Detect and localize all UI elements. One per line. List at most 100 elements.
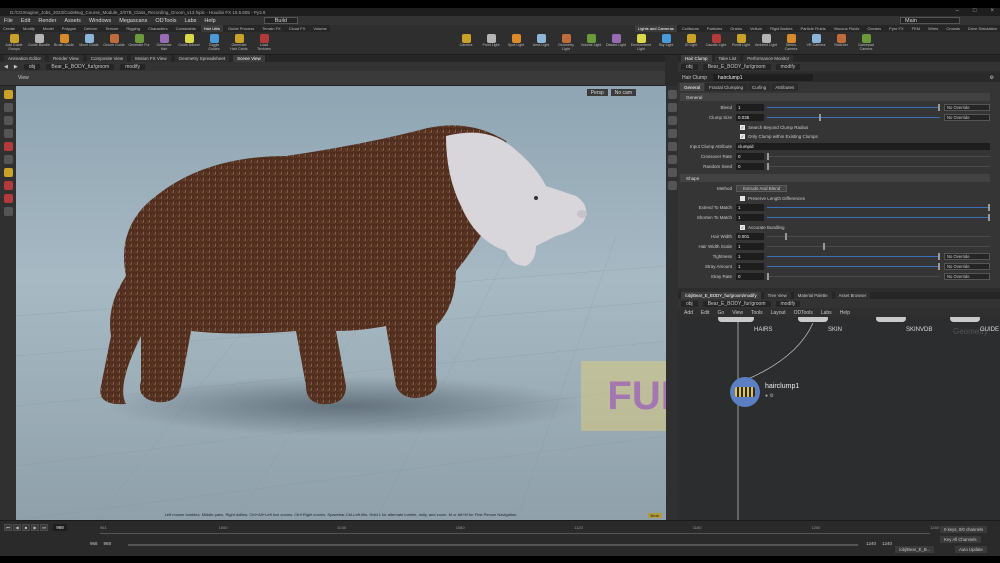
stray-amount-override[interactable]: No Override xyxy=(944,263,990,270)
menu-windows[interactable]: Windows xyxy=(89,18,111,24)
clump-size-slider[interactable] xyxy=(767,114,940,121)
only-clump-checkbox[interactable]: ✓ xyxy=(740,134,745,139)
tab-attributes[interactable]: Attributes xyxy=(771,83,799,91)
net-menu-add[interactable]: Add xyxy=(684,310,693,316)
net-menu-edit[interactable]: Edit xyxy=(701,310,710,316)
shelf-tab-texture[interactable]: Texture xyxy=(102,25,121,32)
shelf-tool-brush-guide[interactable]: Brush Guide xyxy=(53,34,75,52)
tab-motion-fx-view[interactable]: Motion FX View xyxy=(131,55,171,62)
rotate-tool-icon[interactable] xyxy=(3,116,13,125)
tab-fractal-clumping[interactable]: Fractal Clumping xyxy=(705,83,748,91)
tab-geometry-spreadsheet[interactable]: Geometry Spreadsheet xyxy=(174,55,230,62)
display-options-icon[interactable] xyxy=(667,90,677,99)
stray-rate-override[interactable]: No Override xyxy=(944,273,990,280)
snapshot-icon[interactable] xyxy=(667,168,677,177)
visualize-icon[interactable] xyxy=(667,181,677,190)
tab-performance-monitor[interactable]: Performance Monitor xyxy=(743,55,794,62)
shelf-tool-groom-guide[interactable]: Groom Guide xyxy=(103,34,125,52)
stray-amount-slider[interactable] xyxy=(767,263,940,270)
shelf-tab-characters[interactable]: Characters xyxy=(145,25,171,32)
node-guide[interactable] xyxy=(950,317,980,322)
blend-slider[interactable] xyxy=(767,104,940,111)
shelf-tool-generate-hair[interactable]: Generate Hair xyxy=(153,34,175,52)
menu-odtools[interactable]: ODTools xyxy=(155,18,176,24)
shelf-tab-rigging[interactable]: Rigging xyxy=(123,25,143,32)
section-shape[interactable]: Shape xyxy=(680,174,990,182)
net-menu-layout[interactable]: Layout xyxy=(771,310,786,316)
node-skinvdb[interactable] xyxy=(876,317,906,322)
play-icon[interactable]: ▶ xyxy=(31,524,39,531)
node-hairclump[interactable] xyxy=(730,377,760,407)
menu-labs[interactable]: Labs xyxy=(184,18,196,24)
menu-file[interactable]: File xyxy=(4,18,13,24)
input-attr-field[interactable]: clumpid xyxy=(736,143,990,150)
shelf-tab-model[interactable]: Model xyxy=(40,25,57,32)
shelf-tab-wires[interactable]: Wires xyxy=(925,25,941,32)
shelf-tab-modify[interactable]: Modify xyxy=(20,25,38,32)
workspace-selector[interactable]: Main xyxy=(900,17,960,24)
tab-render-view[interactable]: Render View xyxy=(49,55,83,62)
shelf-tab-crowds[interactable]: Crowds xyxy=(943,25,963,32)
net-menu-tools[interactable]: Tools xyxy=(751,310,763,316)
snap-tool-icon[interactable] xyxy=(3,207,13,216)
keys-dropdown[interactable]: 0 keys, 0/0 channels xyxy=(940,526,988,533)
move-tool-icon[interactable] xyxy=(3,103,13,112)
tab-scene-view[interactable]: Scene View xyxy=(233,55,265,62)
shelf-tool-ambient-light[interactable]: Ambient Light xyxy=(755,34,777,52)
background-icon[interactable] xyxy=(667,129,677,138)
crossover-field[interactable]: 0 xyxy=(736,153,764,160)
net-path-groom[interactable]: Bear_E_BODY_fur/groom xyxy=(702,300,771,307)
shelf-tab-collisions[interactable]: Collisions xyxy=(679,25,702,32)
stray-amount-field[interactable]: 1 xyxy=(736,263,764,270)
blend-override[interactable]: No Override xyxy=(944,104,990,111)
net-path-modify[interactable]: modify xyxy=(775,300,801,307)
range-end-2[interactable]: 1240 xyxy=(882,541,892,546)
shelf-tab-volume[interactable]: Volume xyxy=(310,25,329,32)
shelf-tool-geometry-light[interactable]: Geometry Light xyxy=(555,34,577,52)
path-segment-groom[interactable]: Bear_E_BODY_fur/groom xyxy=(702,63,771,70)
tab-curling[interactable]: Curling xyxy=(748,83,771,91)
stop-icon[interactable]: ■ xyxy=(22,524,30,531)
persp-menu[interactable]: Persp xyxy=(586,89,608,96)
tightness-field[interactable]: 1 xyxy=(736,253,764,260)
view-tool-icon[interactable] xyxy=(3,181,13,190)
crossover-slider[interactable] xyxy=(767,153,990,160)
shelf-tab-polygon[interactable]: Polygon xyxy=(59,25,79,32)
method-menu[interactable]: Extrude And Blend xyxy=(736,185,788,192)
pose-tool-icon[interactable] xyxy=(3,155,13,164)
path-segment-modify[interactable]: modify xyxy=(120,63,145,70)
extend-field[interactable]: 1 xyxy=(736,204,764,211)
menu-assets[interactable]: Assets xyxy=(64,18,81,24)
tab-general[interactable]: General xyxy=(680,83,705,91)
tab-animation-editor[interactable]: Animation Editor xyxy=(4,55,46,62)
shelf-tool-gamepad-camera[interactable]: Gamepad Camera xyxy=(855,34,877,52)
brush-tool-icon[interactable] xyxy=(3,168,13,177)
shelf-tool-volume-light[interactable]: Volume Light xyxy=(580,34,602,52)
hair-width-field[interactable]: 0.001 xyxy=(736,233,764,240)
shelf-tool-area-light[interactable]: Area Light xyxy=(530,34,552,52)
shorten-slider[interactable] xyxy=(767,214,990,221)
shelf-tool-vr-camera[interactable]: VR Camera xyxy=(805,34,827,52)
shelf-tab-hair-utils[interactable]: Hair Utils xyxy=(200,25,224,32)
blend-field[interactable]: 1 xyxy=(736,104,764,111)
scale-tool-icon[interactable] xyxy=(3,129,13,138)
preserve-checkbox[interactable] xyxy=(740,196,745,201)
camera-menu[interactable]: No cam xyxy=(610,89,636,96)
shelf-tab-vellum[interactable]: Vellum xyxy=(747,25,765,32)
menu-edit[interactable]: Edit xyxy=(21,18,30,24)
select-tool-icon[interactable] xyxy=(3,90,13,99)
shelf-tool-toggle-guides[interactable]: Toggle Guides xyxy=(203,34,225,52)
shelf-tool-environment-light[interactable]: Environment Light xyxy=(630,34,652,52)
shelf-tool-sky-light[interactable]: Sky Light xyxy=(655,34,677,52)
path-segment-groom[interactable]: Bear_E_BODY_fur/groom xyxy=(46,63,115,70)
path-segment-obj[interactable]: obj xyxy=(23,63,41,70)
shelf-tool-generate-fur[interactable]: Generate Fur xyxy=(128,34,150,52)
net-menu-go[interactable]: Go xyxy=(718,310,725,316)
camera-icon[interactable] xyxy=(667,155,677,164)
tab-hair-clump[interactable]: Hair Clump xyxy=(681,55,712,62)
shelf-tab-grains[interactable]: Grains xyxy=(727,25,745,32)
tab-composite-view[interactable]: Composite View xyxy=(86,55,128,62)
shelf-tab-fem[interactable]: FEM xyxy=(909,25,923,32)
stray-rate-slider[interactable] xyxy=(767,273,940,280)
hair-width-slider[interactable] xyxy=(767,233,990,240)
